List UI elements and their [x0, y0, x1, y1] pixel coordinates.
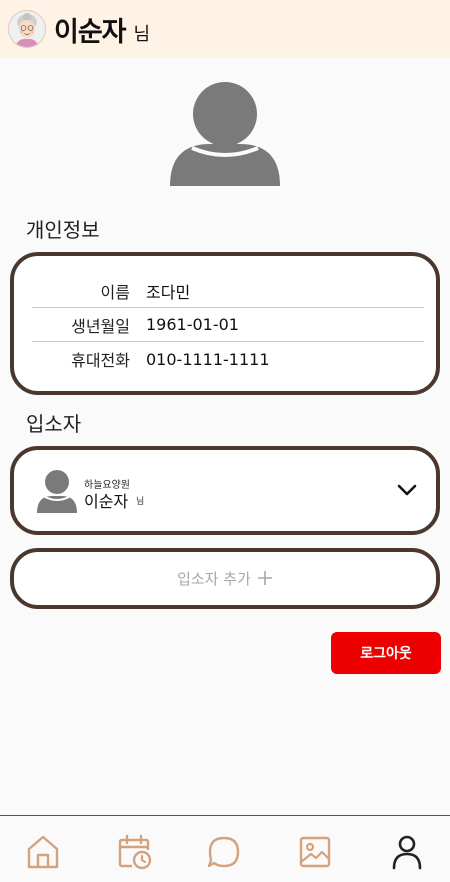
- logout-button[interactable]: 로그아웃: [331, 632, 441, 674]
- chevron-down-icon[interactable]: [396, 482, 418, 498]
- info-label: 휴대전화: [71, 351, 130, 370]
- user-name: 이순자: [54, 16, 127, 48]
- add-resident-label: 입소자 추가: [177, 570, 251, 588]
- info-row-birthdate: 생년월일 1961-01-01: [32, 308, 424, 342]
- bottom-navigation: [0, 815, 450, 882]
- home-icon[interactable]: [26, 834, 60, 870]
- info-value: 조다민: [146, 282, 191, 302]
- personal-info-title: 개인정보: [26, 218, 100, 242]
- info-row-phone: 휴대전화 010-1111-1111: [32, 342, 424, 376]
- info-value: 010-1111-1111: [146, 349, 270, 369]
- resident-avatar-icon: [36, 470, 78, 514]
- user-name-suffix: 님: [133, 24, 151, 45]
- personal-info-card: 이름 조다민 생년월일 1961-01-01 휴대전화 010-1111-111…: [10, 252, 440, 395]
- plus-icon: [257, 567, 273, 591]
- info-value: 1961-01-01: [146, 315, 239, 334]
- resident-title: 입소자: [26, 412, 82, 436]
- profile-picture-icon: [170, 82, 280, 188]
- add-resident-button[interactable]: 입소자 추가: [10, 548, 440, 609]
- chat-icon[interactable]: [207, 834, 241, 870]
- resident-name-suffix: 님: [136, 497, 145, 507]
- resident-name: 이순자: [84, 492, 129, 511]
- info-label: 이름: [100, 282, 130, 302]
- header: 이순자 님: [0, 0, 450, 58]
- profile-icon[interactable]: [390, 834, 424, 870]
- calendar-clock-icon[interactable]: [118, 834, 152, 870]
- info-row-name: 이름 조다민: [32, 274, 424, 308]
- grandmother-avatar-icon: [8, 10, 46, 48]
- gallery-icon[interactable]: [298, 834, 332, 870]
- resident-selector[interactable]: 하늘요양원 이순자 님: [10, 446, 440, 535]
- info-label: 생년월일: [71, 316, 130, 336]
